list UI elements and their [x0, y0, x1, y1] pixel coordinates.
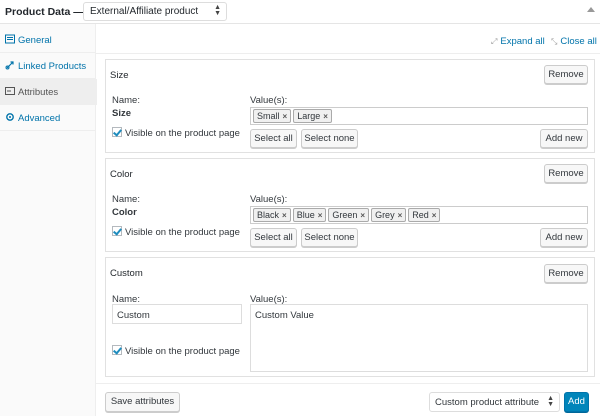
product-type-value: External/Affiliate product	[90, 6, 199, 17]
value-tag-label: Blue	[296, 210, 315, 220]
values-input[interactable]: Black × Blue × Green × Grey × Red ×	[250, 206, 588, 224]
value-tag-label: Large	[297, 111, 321, 121]
attribute-title: Color	[110, 169, 133, 180]
remove-tag-icon[interactable]: ×	[318, 211, 323, 220]
name-label: Name:	[112, 95, 140, 106]
select-none-button[interactable]: Select none	[301, 228, 358, 247]
product-data-header: Product Data — External/Affiliate produc…	[0, 0, 600, 24]
remove-tag-icon[interactable]: ×	[283, 112, 288, 121]
value-tag-label: Grey	[375, 210, 395, 220]
collapse-arrows-icon: ⤡	[551, 37, 558, 46]
values-label: Value(s):	[250, 194, 288, 205]
visible-checkbox[interactable]: Visible on the product page	[112, 226, 240, 238]
remove-tag-icon[interactable]: ×	[398, 211, 403, 220]
values-label: Value(s):	[250, 95, 288, 106]
values-textarea[interactable]: Custom Value	[250, 304, 588, 372]
remove-tag-icon[interactable]: ×	[282, 211, 287, 220]
product-type-select[interactable]: External/Affiliate product ▲ ▼	[83, 2, 227, 21]
expand-all-label: Expand all	[500, 36, 545, 47]
save-attributes-button[interactable]: Save attributes	[105, 392, 180, 412]
general-icon	[5, 34, 15, 44]
attribute-name: Size	[112, 108, 132, 119]
value-tag[interactable]: Black ×	[253, 208, 291, 222]
attributes-footer: Save attributes Custom product attribute…	[96, 383, 600, 416]
values-input[interactable]: Small × Large ×	[250, 107, 588, 125]
attribute-type-value: Custom product attribute	[435, 397, 540, 408]
add-new-button[interactable]: Add new	[540, 228, 588, 247]
link-icon	[5, 61, 14, 70]
value-tag[interactable]: Grey ×	[371, 208, 407, 222]
attribute-name-input[interactable]: Custom	[112, 304, 242, 324]
tab-linked-products-label: Linked Products	[18, 61, 87, 72]
attribute-panel-color: Color Remove Name: Color Visible on the …	[105, 158, 595, 252]
visible-checkbox[interactable]: Visible on the product page	[112, 345, 240, 357]
tab-general[interactable]: General	[0, 27, 96, 53]
tab-attributes[interactable]: Attributes	[0, 79, 97, 105]
visible-label: Visible on the product page	[125, 128, 240, 139]
value-tag[interactable]: Green ×	[328, 208, 370, 222]
product-data-tabs: General Linked Products Attributes Advan…	[0, 24, 97, 416]
select-arrows-icon: ▲ ▼	[214, 4, 221, 17]
visible-checkbox[interactable]: Visible on the product page	[112, 127, 240, 139]
value-tag-label: Black	[257, 210, 280, 220]
checkbox-checked-icon	[112, 127, 122, 137]
attributes-icon	[5, 87, 15, 95]
close-all-link[interactable]: ⤡ Close all	[551, 36, 597, 47]
close-all-label: Close all	[560, 36, 597, 47]
tab-linked-products[interactable]: Linked Products	[0, 53, 96, 79]
remove-tag-icon[interactable]: ×	[432, 211, 437, 220]
attribute-panel-custom: Custom Remove Name: Custom Visible on th…	[105, 257, 595, 377]
remove-button[interactable]: Remove	[544, 65, 588, 84]
collapse-icon[interactable]	[587, 7, 595, 12]
value-tag-label: Red	[412, 210, 429, 220]
remove-button[interactable]: Remove	[544, 164, 588, 183]
remove-tag-icon[interactable]: ×	[360, 211, 365, 220]
checkbox-checked-icon	[112, 226, 122, 236]
remove-tag-icon[interactable]: ×	[323, 112, 328, 121]
add-new-button[interactable]: Add new	[540, 129, 588, 148]
value-tag[interactable]: Red ×	[408, 208, 441, 222]
attribute-name: Color	[112, 207, 137, 218]
select-all-button[interactable]: Select all	[250, 129, 297, 148]
attribute-title: Custom	[110, 268, 143, 279]
attributes-toolbar: ⤢ Expand all ⤡ Close all	[96, 24, 600, 54]
tab-advanced-label: Advanced	[18, 113, 61, 124]
page-title: Product Data —	[5, 6, 84, 18]
remove-button[interactable]: Remove	[544, 264, 588, 283]
attribute-title: Size	[110, 70, 129, 81]
gear-icon	[6, 113, 14, 121]
add-attribute-button[interactable]: Add	[564, 392, 589, 412]
tab-attributes-label: Attributes	[18, 87, 59, 98]
expand-icon: ⤢	[491, 37, 498, 46]
tab-advanced[interactable]: Advanced	[0, 105, 96, 131]
attribute-type-select[interactable]: Custom product attribute ▲ ▼	[429, 392, 560, 412]
select-none-button[interactable]: Select none	[301, 129, 358, 148]
select-all-button[interactable]: Select all	[250, 228, 297, 247]
value-tag-label: Green	[332, 210, 358, 220]
value-tag[interactable]: Small ×	[253, 109, 292, 123]
value-tag-label: Small	[257, 111, 280, 121]
visible-label: Visible on the product page	[125, 346, 240, 357]
attribute-panel-size: Size Remove Name: Size Visible on the pr…	[105, 59, 595, 153]
value-tag[interactable]: Blue ×	[292, 208, 327, 222]
visible-label: Visible on the product page	[125, 227, 240, 238]
name-label: Name:	[112, 194, 140, 205]
tab-general-label: General	[18, 35, 52, 46]
select-arrows-icon: ▲ ▼	[547, 395, 554, 408]
value-tag[interactable]: Large ×	[293, 109, 332, 123]
expand-all-link[interactable]: ⤢ Expand all	[491, 36, 545, 47]
checkbox-checked-icon	[112, 345, 122, 355]
